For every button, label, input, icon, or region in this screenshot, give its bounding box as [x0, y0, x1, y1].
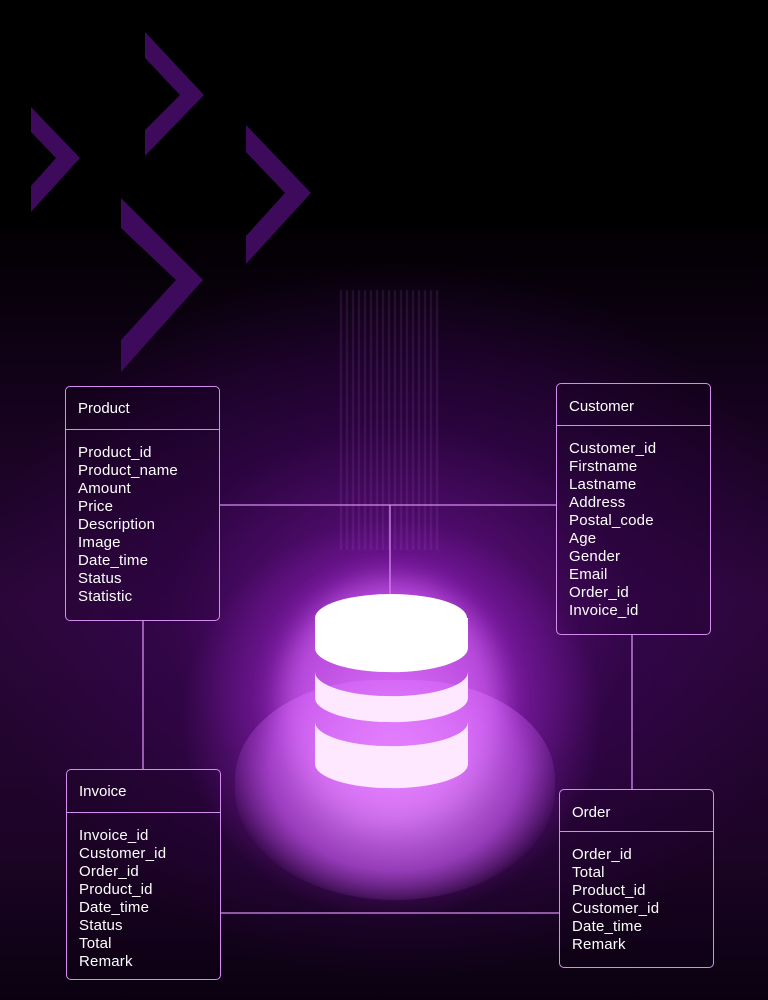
- field-item: Image: [78, 534, 121, 551]
- table-title: Product: [66, 387, 219, 430]
- chevron-right-icon: [121, 198, 203, 372]
- table-title: Customer: [557, 384, 710, 426]
- field-item: Product_id: [79, 881, 153, 898]
- chevron-right-icon: [31, 107, 80, 212]
- field-item: Total: [79, 935, 112, 952]
- database-icon: [281, 580, 501, 820]
- field-item: Date_time: [79, 899, 150, 916]
- table-title: Invoice: [67, 770, 220, 813]
- field-item: Remark: [572, 936, 626, 953]
- chevron-right-icon: [145, 32, 204, 156]
- field-item: Statistic: [78, 588, 133, 605]
- field-item: Date_time: [78, 552, 149, 569]
- field-item: Email: [569, 566, 608, 583]
- field-item: Invoice_id: [79, 827, 149, 844]
- field-item: Customer_id: [79, 845, 167, 862]
- field-item: Description: [78, 516, 156, 533]
- field-item: Price: [78, 498, 114, 515]
- field-item: Total: [572, 864, 605, 881]
- field-item: Product_id: [572, 882, 646, 899]
- field-item: Product_name: [78, 462, 178, 479]
- table-product: Product Product_id Product_name Amount Pric…: [65, 386, 220, 621]
- field-list: Order_id Total Product_id Customer_id Date_t…: [560, 832, 713, 954]
- field-item: Order_id: [569, 584, 629, 601]
- field-item: Order_id: [79, 863, 139, 880]
- field-list: Customer_id Firstname Lastname Address Posta…: [557, 426, 710, 620]
- field-item: Postal_code: [569, 512, 654, 529]
- table-title: Order: [560, 790, 713, 832]
- field-item: Status: [79, 917, 123, 934]
- field-item: Customer_id: [569, 440, 657, 457]
- field-item: Order_id: [572, 846, 632, 863]
- field-item: Customer_id: [572, 900, 660, 917]
- field-item: Amount: [78, 480, 131, 497]
- table-customer: Customer Customer_id Firstname Lastname Add…: [556, 383, 711, 635]
- field-list: Product_id Product_name Amount Price Descrip…: [66, 430, 219, 606]
- field-list: Invoice_id Customer_id Order_id Product_id D…: [67, 813, 220, 971]
- field-item: Age: [569, 530, 597, 547]
- field-item: Product_id: [78, 444, 152, 461]
- chevron-right-icon: [246, 125, 311, 264]
- field-item: Address: [569, 494, 626, 511]
- table-invoice: Invoice Invoice_id Customer_id Order_id Pro…: [66, 769, 221, 980]
- field-item: Status: [78, 570, 122, 587]
- field-item: Invoice_id: [569, 602, 639, 619]
- field-item: Lastname: [569, 476, 637, 493]
- field-item: Firstname: [569, 458, 638, 475]
- field-item: Remark: [79, 953, 133, 970]
- field-item: Gender: [569, 548, 621, 565]
- field-item: Date_time: [572, 918, 643, 935]
- table-order: Order Order_id Total Product_id Customer_id…: [559, 789, 714, 968]
